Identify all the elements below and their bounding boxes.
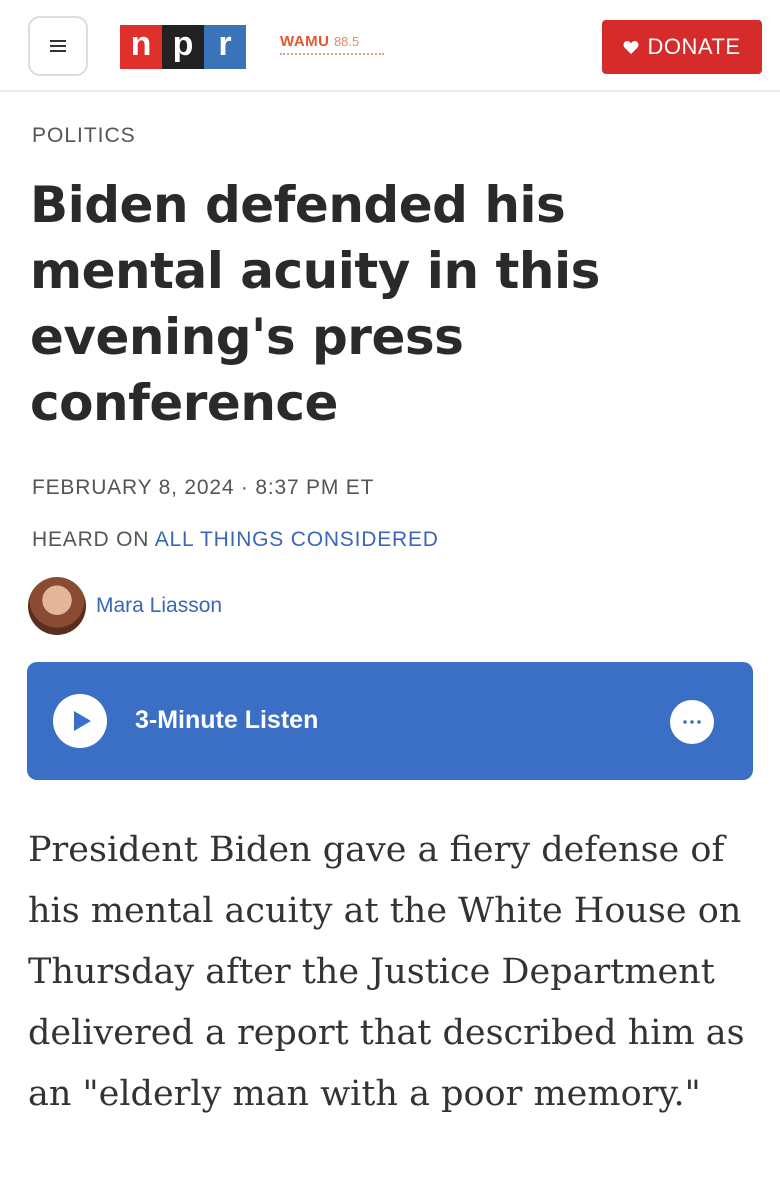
menu-button[interactable] (28, 16, 88, 76)
station-frequency: 88.5 (333, 34, 360, 49)
more-options-icon (683, 720, 701, 724)
station-tagline-graphic (280, 53, 384, 56)
hamburger-menu-icon (50, 40, 66, 52)
article-body-paragraph: President Biden gave a fiery defense of … (28, 830, 745, 1114)
station-name: WAMU (280, 33, 330, 50)
article-headline: Biden defended his mental acuity in this… (30, 176, 600, 432)
site-header: n p r WAMU 88.5 DONATE (0, 0, 780, 92)
logo-letter-p: p (162, 25, 204, 69)
heard-on-prefix: HEARD ON (32, 528, 155, 551)
more-options-button[interactable] (670, 700, 714, 744)
logo-letter-n: n (120, 25, 162, 69)
show-link[interactable]: ALL THINGS CONSIDERED (155, 528, 439, 551)
section-label[interactable]: POLITICS (32, 124, 136, 148)
author-link[interactable]: Mara Liasson (96, 594, 222, 618)
logo-letter-r: r (204, 25, 246, 69)
listen-label: 3-Minute Listen (135, 706, 319, 734)
byline: Mara Liasson (28, 576, 222, 636)
station-logo[interactable]: WAMU 88.5 (280, 33, 390, 63)
play-button[interactable] (53, 694, 107, 748)
donate-label: DONATE (647, 34, 741, 59)
play-icon (74, 711, 91, 731)
npr-logo[interactable]: n p r (120, 25, 246, 69)
donate-button[interactable]: DONATE (602, 20, 762, 74)
audio-player: 3-Minute Listen (27, 662, 753, 780)
author-avatar[interactable] (28, 577, 86, 635)
heart-icon (623, 40, 639, 55)
heard-on-line: HEARD ON ALL THINGS CONSIDERED (32, 528, 439, 552)
publish-date: FEBRUARY 8, 2024 · 8:37 PM ET (32, 476, 375, 499)
